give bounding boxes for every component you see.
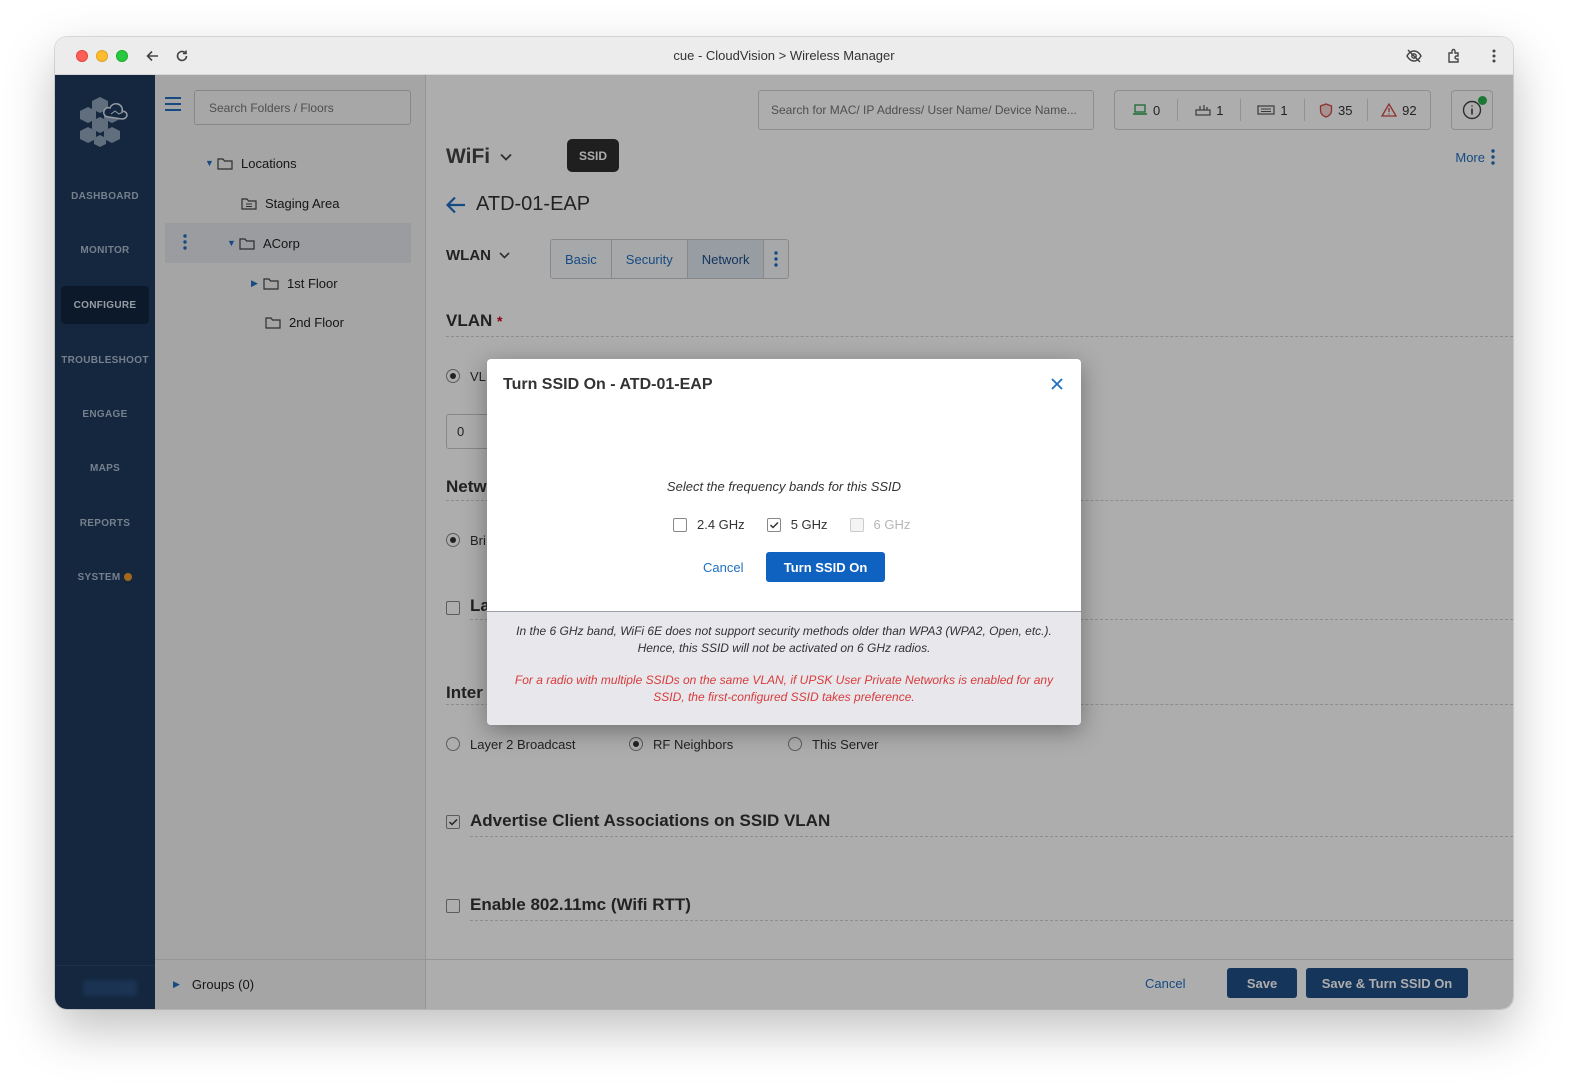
extensions-icon[interactable] [1443, 45, 1465, 67]
band-label: 6 GHz [873, 517, 911, 532]
dialog-title: Turn SSID On - ATD-01-EAP [503, 376, 713, 393]
checkmark-icon [769, 521, 779, 529]
dialog-cancel-button[interactable]: Cancel [703, 560, 743, 575]
turn-ssid-on-dialog: Turn SSID On - ATD-01-EAP Select the fre… [487, 359, 1081, 725]
band-label: 2.4 GHz [697, 517, 745, 532]
browser-window: cue - CloudVision > Wireless Manager DAS… [55, 37, 1513, 1009]
eye-slash-icon[interactable] [1403, 45, 1425, 67]
band-5ghz[interactable]: 5 GHz [766, 517, 828, 532]
dialog-notes: In the 6 GHz band, WiFi 6E does not supp… [487, 611, 1081, 725]
band-5ghz-checkbox[interactable] [766, 517, 781, 532]
wifi6e-note: In the 6 GHz band, WiFi 6E does not supp… [516, 624, 1052, 656]
upsk-warning: For a radio with multiple SSIDs on the s… [514, 672, 1054, 705]
close-icon[interactable] [1051, 377, 1063, 395]
browser-menu-icon[interactable] [1483, 45, 1505, 67]
band-6ghz: 6 GHz [849, 517, 911, 532]
band-label: 5 GHz [790, 517, 828, 532]
band-2-4ghz-checkbox[interactable] [673, 517, 687, 532]
turn-ssid-on-button[interactable]: Turn SSID On [766, 552, 885, 582]
band-2-4ghz[interactable]: 2.4 GHz [673, 517, 745, 532]
title-bar: cue - CloudVision > Wireless Manager [55, 37, 1513, 75]
band-options: 2.4 GHz 5 GHz 6 GHz [673, 517, 932, 532]
window-title: cue - CloudVision > Wireless Manager [673, 48, 895, 63]
band-6ghz-checkbox [849, 517, 864, 532]
band-prompt: Select the frequency bands for this SSID [666, 479, 902, 494]
